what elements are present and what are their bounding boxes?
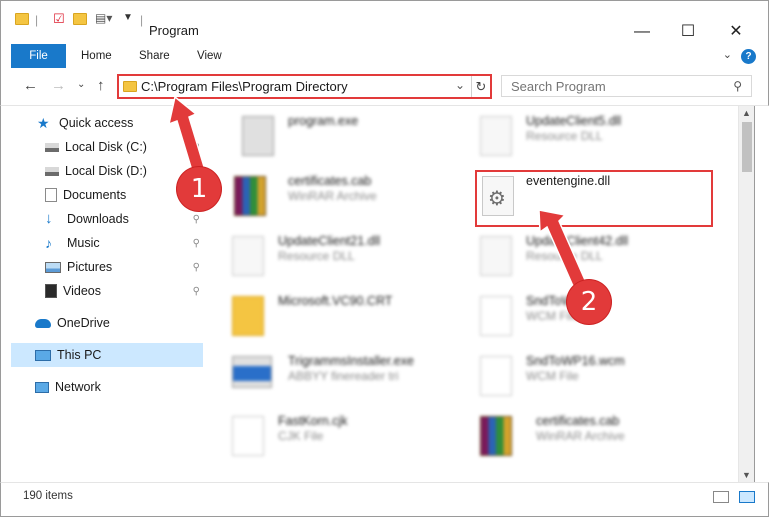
step-badge-1: 1 bbox=[177, 167, 221, 211]
step-badge-2: 2 bbox=[567, 280, 611, 324]
annotation-arrows bbox=[167, 95, 586, 288]
arrow-1 bbox=[167, 95, 206, 175]
arrow-2 bbox=[538, 209, 586, 288]
